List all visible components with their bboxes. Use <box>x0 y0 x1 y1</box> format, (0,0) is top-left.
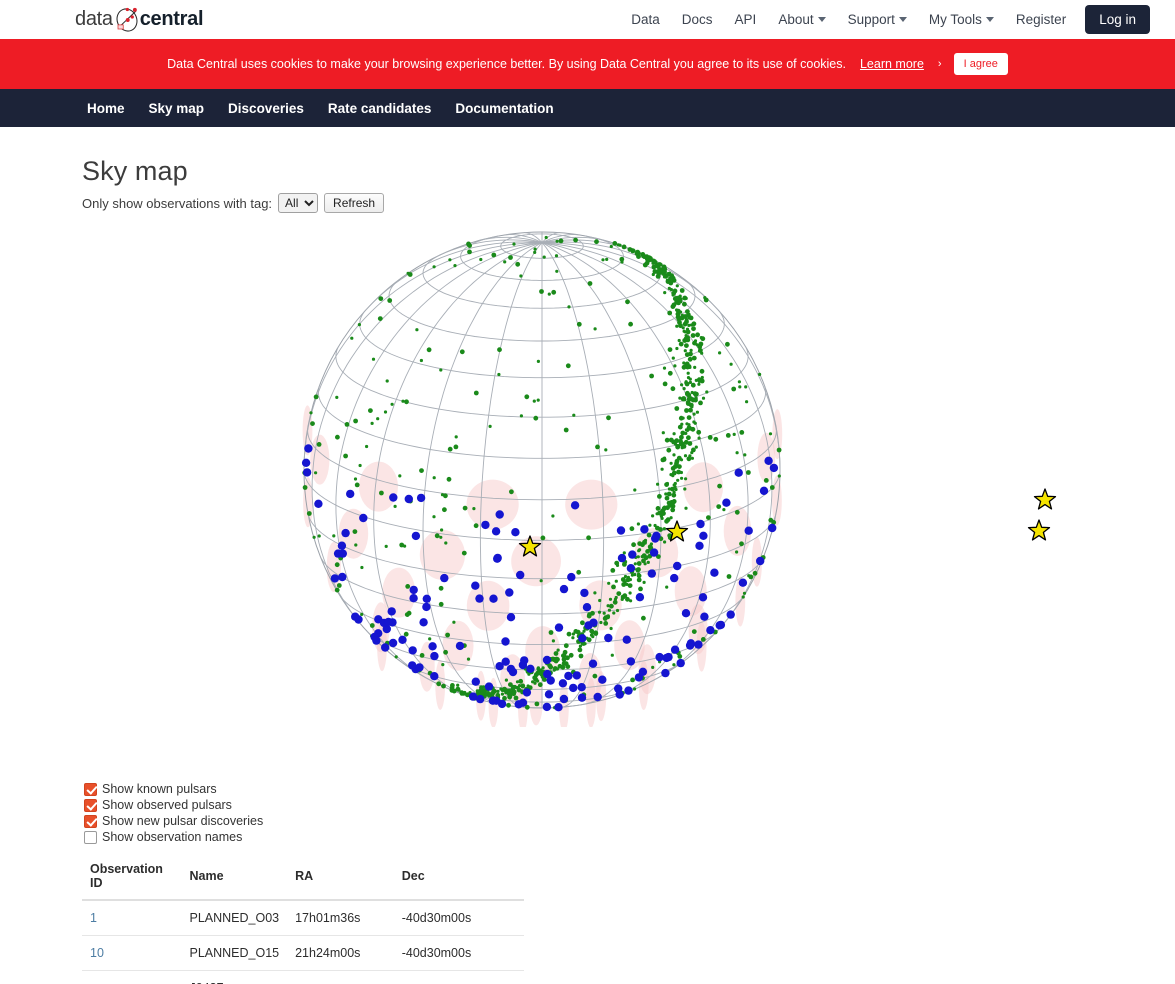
site-navigation: Home Sky map Discoveries Rate candidates… <box>0 89 1175 127</box>
observations-table-body: 1 PLANNED_O03 17h01m36s -40d30m00s 10 PL… <box>82 900 524 984</box>
site-nav-home[interactable]: Home <box>75 101 137 116</box>
table-row[interactable]: 10 PLANNED_O15 21h24m00s -40d30m00s <box>82 935 524 971</box>
chevron-down-icon <box>817 17 826 22</box>
cookie-agree-button[interactable]: I agree <box>953 53 1008 75</box>
observation-id-link[interactable]: 10 <box>90 946 104 960</box>
legend-row-known-pulsars[interactable]: Show known pulsars <box>84 782 1175 796</box>
legend-row-observed-pulsars[interactable]: Show observed pulsars <box>84 798 1175 812</box>
table-row[interactable]: 1064091848 J0437-4715_145 4h25m19.546s -… <box>82 970 524 984</box>
table-header-row: Observation ID Name RA Dec <box>82 856 524 901</box>
observations-table: Observation ID Name RA Dec 1 PLANNED_O03… <box>82 856 524 984</box>
cell-dec: -40d30m00s <box>393 900 524 936</box>
sky-map-canvas[interactable] <box>72 227 1072 727</box>
legend-row-new-discoveries[interactable]: Show new pulsar discoveries <box>84 814 1175 828</box>
legend-label-observed-pulsars: Show observed pulsars <box>102 798 232 812</box>
logo-text-data: data <box>75 8 113 30</box>
checkbox-show-new-pulsar-discoveries[interactable] <box>84 814 97 828</box>
main-content: Sky map Only show observations with tag:… <box>0 156 1175 984</box>
site-nav-discoveries[interactable]: Discoveries <box>216 101 316 116</box>
refresh-button[interactable]: Refresh <box>324 193 385 213</box>
top-nav-about[interactable]: About <box>767 6 836 33</box>
column-header-dec[interactable]: Dec <box>393 856 524 901</box>
top-nav-docs[interactable]: Docs <box>671 6 724 33</box>
checkbox-show-observed-pulsars[interactable] <box>84 798 97 812</box>
top-nav-support[interactable]: Support <box>837 6 918 33</box>
observations-table-head: Observation ID Name RA Dec <box>82 856 524 901</box>
top-nav-data[interactable]: Data <box>620 6 671 33</box>
cookie-consent-banner: Data Central uses cookies to make your b… <box>0 39 1175 89</box>
checkbox-show-known-pulsars[interactable] <box>84 782 97 796</box>
cell-ra: 4h25m19.546s <box>287 970 394 984</box>
cell-name: PLANNED_O15 <box>181 935 288 971</box>
tag-filter-row: Only show observations with tag: All Ref… <box>82 193 1175 213</box>
cell-observation-id: 1064091848 <box>82 970 182 984</box>
checkbox-show-observation-names[interactable] <box>84 830 97 844</box>
sky-map-figure[interactable] <box>72 227 1072 727</box>
cell-name: J0437-4715_145 <box>181 970 288 984</box>
observation-id-link[interactable]: 1 <box>90 911 97 925</box>
column-header-observation-id[interactable]: Observation ID <box>82 856 182 901</box>
logo-text-central: central <box>139 8 204 30</box>
chevron-down-icon <box>898 17 907 22</box>
data-central-logo-icon <box>116 7 138 32</box>
page-title: Sky map <box>82 156 188 186</box>
cell-observation-id: 1 <box>82 900 182 936</box>
column-header-ra[interactable]: RA <box>287 856 394 901</box>
top-nav-register[interactable]: Register <box>1005 6 1077 33</box>
top-nav-my-tools[interactable]: My Tools <box>918 6 1005 33</box>
legend-label-new-discoveries: Show new pulsar discoveries <box>102 814 264 828</box>
layer-toggle-legend: Show known pulsars Show observed pulsars… <box>84 782 1175 844</box>
site-nav-rate-candidates[interactable]: Rate candidates <box>316 101 444 116</box>
cell-dec: -47d17m06.1419s <box>393 970 524 984</box>
cookie-learn-more-link[interactable]: Learn more <box>860 57 924 71</box>
cell-dec: -40d30m00s <box>393 935 524 971</box>
site-nav-documentation[interactable]: Documentation <box>443 101 565 116</box>
legend-label-observation-names: Show observation names <box>102 830 243 844</box>
cell-observation-id: 10 <box>82 935 182 971</box>
top-nav-api[interactable]: API <box>724 6 768 33</box>
chevron-right-icon: › <box>937 58 942 70</box>
top-navigation: Data Docs API About Support My Tools Reg… <box>620 5 1150 34</box>
legend-label-known-pulsars: Show known pulsars <box>102 782 217 796</box>
top-nav-about-label: About <box>778 12 814 27</box>
top-header: data central Data Docs API About Support… <box>0 0 1175 39</box>
cell-ra: 21h24m00s <box>287 935 394 971</box>
cell-name: PLANNED_O03 <box>181 900 288 936</box>
chevron-down-icon <box>985 17 994 22</box>
site-nav-sky-map[interactable]: Sky map <box>137 101 217 116</box>
column-header-name[interactable]: Name <box>181 856 288 901</box>
legend-row-observation-names[interactable]: Show observation names <box>84 830 1175 844</box>
top-nav-support-label: Support <box>847 12 895 27</box>
site-logo[interactable]: data central <box>75 5 204 35</box>
cell-ra: 17h01m36s <box>287 900 394 936</box>
tag-filter-label: Only show observations with tag: <box>82 195 273 211</box>
cookie-message: Data Central uses cookies to make your b… <box>167 57 846 71</box>
login-button[interactable]: Log in <box>1085 5 1150 34</box>
tag-filter-select[interactable]: All <box>278 193 319 213</box>
table-row[interactable]: 1 PLANNED_O03 17h01m36s -40d30m00s <box>82 900 524 936</box>
top-nav-my-tools-label: My Tools <box>928 12 982 27</box>
